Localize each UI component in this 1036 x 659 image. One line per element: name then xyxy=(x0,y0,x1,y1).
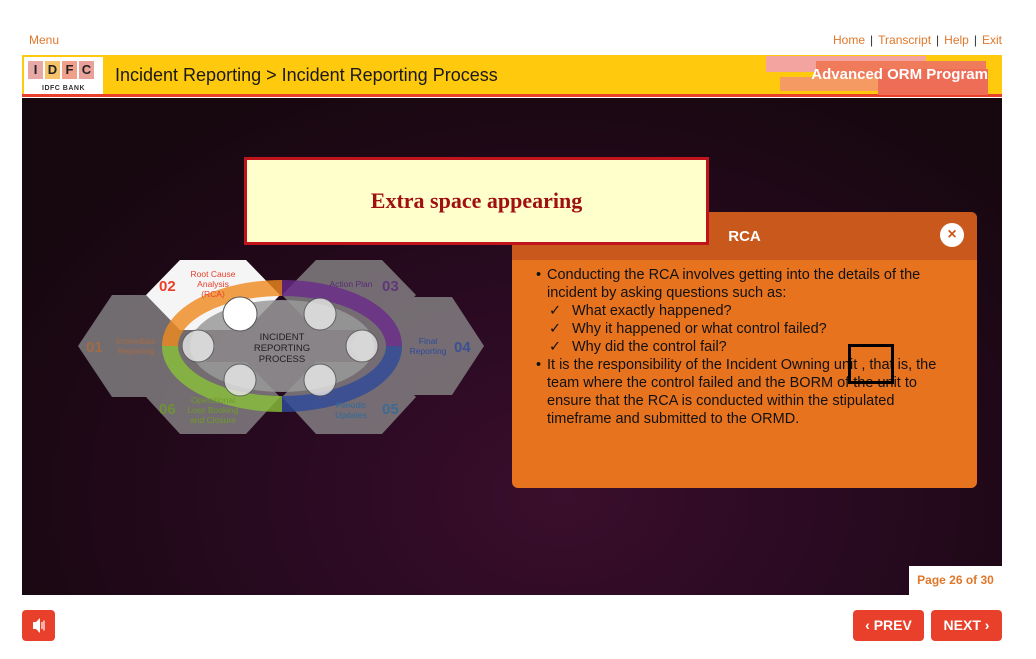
annotation-text: Extra space appearing xyxy=(370,188,583,213)
chevron-left-icon: ‹ xyxy=(865,617,874,633)
logo-subtitle: IDFC BANK xyxy=(42,85,85,92)
program-banner: Advanced ORM Program xyxy=(766,55,1002,95)
step-04-number: 04 xyxy=(454,339,471,356)
home-link[interactable]: Home xyxy=(833,33,865,47)
step-03-number: 03 xyxy=(382,278,399,295)
logo-letter-c: C xyxy=(79,61,94,79)
immediate-report-icon xyxy=(181,329,215,363)
step-01-number: 01 xyxy=(86,339,103,356)
step-05-label-2: Updates xyxy=(335,410,367,420)
step-02-label-3: (RCA) xyxy=(201,289,225,299)
step-06-label-3: and Closure xyxy=(190,415,236,425)
help-link[interactable]: Help xyxy=(944,33,969,47)
step-06-label-2: Loss Booking xyxy=(187,405,238,415)
logo-letter-i: I xyxy=(28,61,43,79)
popup-bullet-1: Conducting the RCA involves getting into… xyxy=(536,266,957,302)
step-06-number: 06 xyxy=(159,401,176,418)
speaker-icon xyxy=(33,618,45,633)
step-01-label-2: Reporting xyxy=(118,346,155,356)
diagram-center-line-2: REPORTING xyxy=(254,343,310,354)
transcript-link[interactable]: Transcript xyxy=(878,33,931,47)
next-button[interactable]: NEXT › xyxy=(931,610,1002,641)
step-03-label-1: Action Plan xyxy=(330,279,373,289)
audio-button[interactable] xyxy=(22,610,55,641)
idfc-bank-logo: I D F C IDFC BANK xyxy=(24,57,103,94)
action-plan-icon xyxy=(303,297,337,331)
chevron-right-icon: › xyxy=(980,617,990,633)
logo-letter-d: D xyxy=(45,61,60,79)
step-04-label-1: Final xyxy=(419,336,438,346)
prev-button[interactable]: ‹ PREV xyxy=(853,610,924,641)
step-02-label-2: Analysis xyxy=(197,279,229,289)
loss-booking-icon xyxy=(223,363,257,397)
separator: | xyxy=(973,33,977,47)
exit-link[interactable]: Exit xyxy=(982,33,1002,47)
rca-popup: RCA × Conducting the RCA involves gettin… xyxy=(512,212,977,488)
step-05-label-1: Periodic xyxy=(336,400,367,410)
prev-label: PREV xyxy=(873,617,912,633)
popup-body: Conducting the RCA involves getting into… xyxy=(512,260,977,428)
menu-link[interactable]: Menu xyxy=(29,33,59,47)
page-indicator: Page 26 of 30 xyxy=(909,566,1002,595)
diagram-center-line-1: INCIDENT xyxy=(260,332,305,343)
step-02-label-1: Root Cause xyxy=(191,269,236,279)
logo-letters: I D F C xyxy=(28,61,94,79)
step-04-label-2: Reporting xyxy=(410,346,447,356)
separator: | xyxy=(936,33,940,47)
page-title: Incident Reporting > Incident Reporting … xyxy=(115,65,498,85)
rca-icon xyxy=(222,296,258,332)
course-header: I D F C IDFC BANK Incident Reporting > I… xyxy=(22,55,1002,97)
step-02-number: 02 xyxy=(159,278,176,295)
step-01-label-1: Immediate xyxy=(116,336,156,346)
top-links: Home | Transcript | Help | Exit xyxy=(833,33,1002,47)
popup-check-2: Why it happened or what control failed? xyxy=(536,320,957,338)
separator: | xyxy=(870,33,874,47)
step-06-label-1: Operational xyxy=(191,395,235,405)
popup-check-1: What exactly happened? xyxy=(536,302,957,320)
top-navigation: Menu Home | Transcript | Help | Exit xyxy=(22,32,1002,48)
close-icon[interactable]: × xyxy=(940,223,964,247)
highlight-box xyxy=(848,344,894,384)
periodic-updates-icon xyxy=(303,363,337,397)
logo-letter-f: F xyxy=(62,61,77,79)
program-title: Advanced ORM Program xyxy=(811,66,988,83)
diagram-center-line-3: PROCESS xyxy=(259,354,305,365)
final-report-icon xyxy=(345,329,379,363)
next-label: NEXT xyxy=(943,617,981,633)
step-05-number: 05 xyxy=(382,401,399,418)
annotation-callout: Extra space appearing xyxy=(244,157,709,245)
